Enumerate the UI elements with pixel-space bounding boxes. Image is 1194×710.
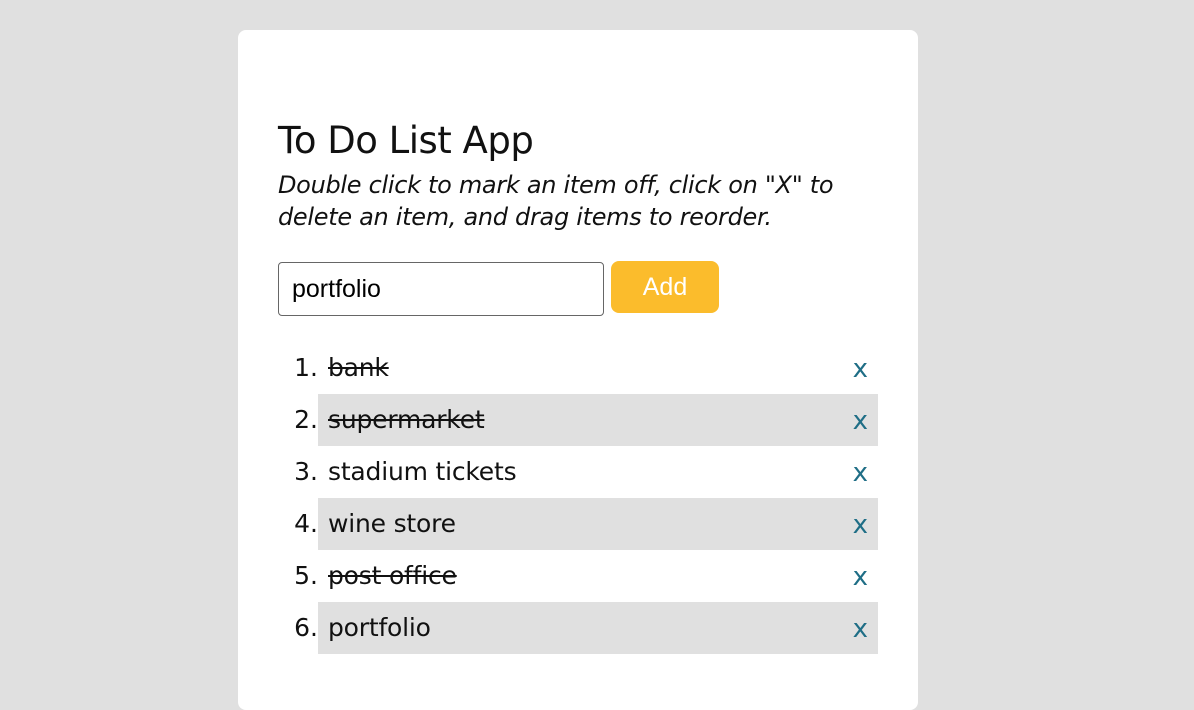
item-text[interactable]: supermarket — [328, 394, 485, 446]
item-number: 4. — [294, 509, 318, 538]
item-number: 1. — [294, 353, 318, 382]
delete-item-button[interactable]: x — [853, 394, 868, 448]
todo-list: 1. bank x 2. supermarket x 3. stadium ti… — [278, 342, 878, 654]
add-button[interactable]: Add — [611, 261, 719, 313]
item-number: 2. — [294, 405, 318, 434]
page-title: To Do List App — [278, 119, 534, 162]
list-item[interactable]: 4. wine store x — [278, 498, 878, 550]
item-text[interactable]: wine store — [328, 498, 456, 550]
item-text[interactable]: stadium tickets — [328, 446, 517, 498]
item-row[interactable]: stadium tickets x — [318, 446, 878, 498]
list-item[interactable]: 1. bank x — [278, 342, 878, 394]
new-item-input[interactable] — [278, 262, 604, 316]
item-row[interactable]: portfolio x — [318, 602, 878, 654]
delete-item-button[interactable]: x — [853, 550, 868, 604]
delete-item-button[interactable]: x — [853, 446, 868, 500]
instructions-text: Double click to mark an item off, click … — [278, 171, 834, 231]
item-row[interactable]: bank x — [318, 342, 878, 394]
item-row[interactable]: post office x — [318, 550, 878, 602]
list-item[interactable]: 3. stadium tickets x — [278, 446, 878, 498]
item-text[interactable]: portfolio — [328, 602, 431, 654]
delete-item-button[interactable]: x — [853, 498, 868, 552]
list-item[interactable]: 6. portfolio x — [278, 602, 878, 654]
list-item[interactable]: 5. post office x — [278, 550, 878, 602]
item-number: 5. — [294, 561, 318, 590]
add-item-form: Add — [278, 261, 878, 316]
item-text[interactable]: bank — [328, 342, 389, 394]
item-number: 6. — [294, 613, 318, 642]
delete-item-button[interactable]: x — [853, 602, 868, 656]
delete-item-button[interactable]: x — [853, 342, 868, 396]
item-row[interactable]: wine store x — [318, 498, 878, 550]
item-text[interactable]: post office — [328, 550, 457, 602]
list-item[interactable]: 2. supermarket x — [278, 394, 878, 446]
item-number: 3. — [294, 457, 318, 486]
item-row[interactable]: supermarket x — [318, 394, 878, 446]
todo-card: To Do List App Double click to mark an i… — [238, 30, 918, 710]
